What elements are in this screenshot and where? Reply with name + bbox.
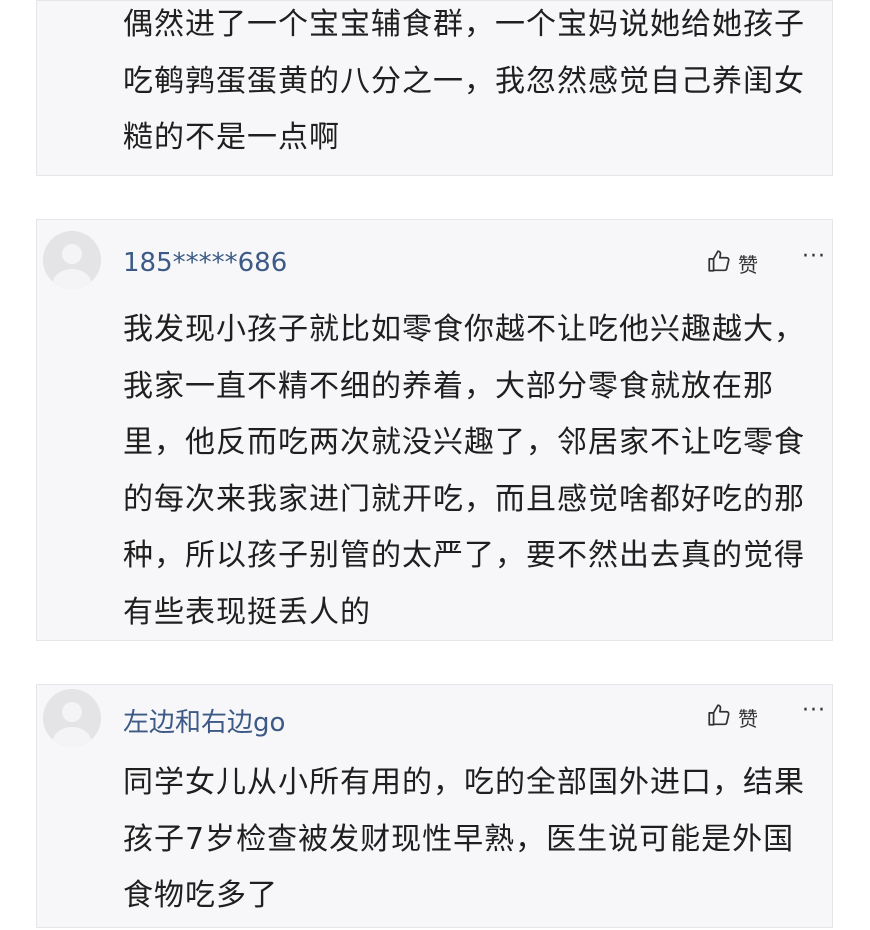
comment-card: 185*****686 赞 ··· 我发现小孩子就比如零食你越不让吃他兴趣越大，… [36, 219, 833, 641]
like-button[interactable]: 赞 [706, 702, 758, 732]
more-dots-icon[interactable]: ··· [802, 698, 826, 723]
comment-card: 偶然进了一个宝宝辅食群，一个宝妈说她给她孩子吃鹌鹑蛋蛋黄的八分之一，我忽然感觉自… [36, 0, 833, 176]
comment-username[interactable]: 185*****686 [123, 248, 287, 278]
comment-text: 同学女儿从小所有用的，吃的全部国外进口，结果孩子7岁检查被发财现性早熟，医生说可… [123, 765, 805, 913]
comment-username[interactable]: 左边和右边go [123, 702, 285, 739]
default-avatar-icon[interactable] [43, 231, 101, 289]
thumbs-up-icon [706, 702, 732, 732]
comment-text: 偶然进了一个宝宝辅食群，一个宝妈说她给她孩子吃鹌鹑蛋蛋黄的八分之一，我忽然感觉自… [123, 7, 805, 155]
comment-text: 我发现小孩子就比如零食你越不让吃他兴趣越大，我家一直不精不细的养着，大部分零食就… [123, 312, 805, 630]
more-dots-icon[interactable]: ··· [802, 244, 826, 269]
comment-card: 左边和右边go 赞 ··· 同学女儿从小所有用的，吃的全部国外进口，结果孩子7岁… [36, 684, 833, 928]
like-label: 赞 [738, 706, 758, 731]
thumbs-up-icon [706, 248, 732, 278]
like-button[interactable]: 赞 [706, 248, 758, 278]
default-avatar-icon[interactable] [43, 689, 101, 747]
like-label: 赞 [738, 252, 758, 277]
